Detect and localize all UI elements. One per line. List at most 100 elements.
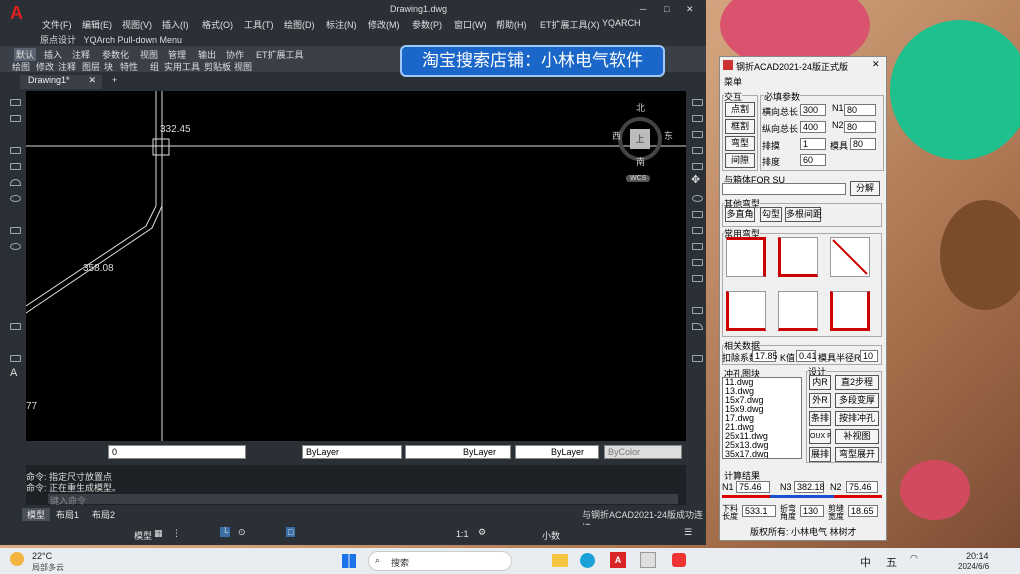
line-icon[interactable]	[10, 99, 21, 106]
arc-icon[interactable]	[10, 179, 21, 186]
circle-icon[interactable]	[10, 195, 21, 202]
pai-input[interactable]: 1	[800, 138, 826, 150]
clock-date[interactable]: 2024/6/6	[958, 562, 989, 571]
stretch-icon[interactable]	[692, 227, 703, 234]
polygon-icon[interactable]	[10, 147, 21, 154]
list-item[interactable]: 35x17.dwg	[723, 450, 801, 459]
mold-input[interactable]: 80	[850, 138, 876, 150]
multi-thickness-button[interactable]: 多段变厚	[835, 393, 879, 408]
chamfer-icon[interactable]	[692, 307, 703, 314]
close-tab-icon[interactable]: ✕	[88, 75, 96, 86]
break-icon[interactable]	[692, 275, 703, 282]
lineweight-dropdown[interactable]: ByLayer	[515, 445, 599, 459]
panel-view[interactable]: 视图	[234, 60, 252, 73]
menu-dimension[interactable]: 标注(N)	[326, 18, 357, 31]
extend-icon[interactable]	[692, 259, 703, 266]
compass-east[interactable]: 东	[664, 129, 673, 142]
bend-shape-1[interactable]	[726, 237, 766, 277]
annotation-scale[interactable]: 1:1	[456, 529, 469, 539]
dialog-menu[interactable]: 菜单	[724, 75, 742, 88]
array-icon[interactable]	[692, 163, 703, 170]
color-dropdown[interactable]: ByLayer	[302, 445, 402, 459]
wcs-menu[interactable]: WCS	[626, 175, 651, 182]
submenu-bar[interactable]: 原点设计 YQArch Pull-down Menu	[40, 33, 182, 46]
rotate-icon[interactable]	[692, 195, 703, 202]
weather-desc[interactable]: 局部多云	[32, 562, 64, 573]
menu-insert[interactable]: 插入(I)	[162, 18, 189, 31]
model-space-toggle[interactable]: 模型	[134, 529, 152, 542]
layout-button[interactable]: 展排	[809, 447, 831, 462]
add-view-button[interactable]: 补视图	[835, 429, 879, 444]
n2-input[interactable]: 80	[844, 121, 876, 133]
autocad-taskbar-icon[interactable]: A	[610, 552, 626, 568]
snap-icon[interactable]: ⋮	[172, 528, 181, 539]
panel-clipboard[interactable]: 剪贴板	[204, 60, 231, 73]
hook-button[interactable]: 勾型	[760, 207, 782, 222]
layer-dropdown[interactable]: 0	[108, 445, 246, 459]
compass-west[interactable]: 西	[612, 129, 621, 142]
outer-r-button[interactable]: 外R	[809, 393, 831, 408]
ellipse-icon[interactable]	[10, 243, 21, 250]
new-tab-icon[interactable]: +	[112, 75, 117, 85]
tab-layout2[interactable]: 布局2	[92, 508, 115, 521]
move-icon[interactable]: ✥	[691, 173, 700, 186]
menu-et[interactable]: ET扩展工具(X)	[540, 18, 600, 31]
osnap-icon[interactable]: □	[286, 527, 296, 537]
panel-props[interactable]: 特性	[120, 60, 138, 73]
multi-spacing-button[interactable]: 多根间距	[785, 207, 822, 222]
menu-modify[interactable]: 修改(M)	[368, 18, 400, 31]
tab-model[interactable]: 模型	[22, 508, 51, 521]
panel-utils[interactable]: 实用工具	[164, 60, 200, 73]
wifi-icon[interactable]: ◠	[910, 553, 918, 564]
radius-input[interactable]: 10	[860, 350, 878, 362]
minimize-icon[interactable]: ─	[640, 4, 646, 14]
panel-modify[interactable]: 修改	[36, 60, 54, 73]
straight-step-button[interactable]: 直2步程	[835, 375, 879, 390]
bend-shape-4[interactable]	[726, 291, 766, 331]
menu-help[interactable]: 帮助(H)	[496, 18, 527, 31]
panel-layer[interactable]: 图层	[82, 60, 100, 73]
tab-et[interactable]: ET扩展工具	[256, 48, 304, 61]
bend-shape-6[interactable]	[830, 291, 870, 331]
ortho-icon[interactable]: └	[220, 527, 231, 537]
weather-icon[interactable]	[10, 552, 24, 566]
units-dropdown[interactable]: 小数	[542, 529, 560, 542]
erase-icon[interactable]	[692, 99, 703, 106]
fullscreen-icon[interactable]: ☰	[684, 527, 692, 538]
text-icon[interactable]: A	[10, 367, 17, 379]
close-icon[interactable]: ✕	[686, 4, 694, 15]
strip-button[interactable]: 条排	[809, 411, 831, 426]
inner-r-button[interactable]: 内R	[809, 375, 831, 390]
menu-params[interactable]: 参数(P)	[412, 18, 442, 31]
menu-tools[interactable]: 工具(T)	[244, 18, 274, 31]
autocad-logo[interactable]: A	[10, 3, 28, 25]
menu-edit[interactable]: 编辑(E)	[82, 18, 112, 31]
start-icon[interactable]	[342, 554, 356, 568]
app-taskbar-icon[interactable]	[640, 552, 656, 568]
copy-icon[interactable]	[692, 115, 703, 122]
n1-input[interactable]: 80	[844, 104, 876, 116]
explode-button[interactable]: 分解	[850, 181, 880, 196]
taskbar-search[interactable]: ⌕ 搜索	[368, 551, 512, 571]
point-cut-button[interactable]: 点割	[725, 102, 755, 117]
panel-annotate[interactable]: 注释	[58, 60, 76, 73]
table-icon[interactable]	[10, 355, 21, 362]
drawing-canvas[interactable]: 332.45 358.08 77 上 北 南 西 东 WCS	[26, 91, 686, 441]
bend-shape-3[interactable]	[830, 237, 870, 277]
menu-format[interactable]: 格式(O)	[202, 18, 233, 31]
trim-icon[interactable]	[692, 243, 703, 250]
settings-gear-icon[interactable]: ⚙	[478, 527, 486, 538]
k-input[interactable]: 0.41	[796, 350, 817, 362]
bend-shape-2[interactable]	[778, 237, 818, 277]
explode-icon[interactable]	[692, 355, 703, 362]
ime-chinese[interactable]: 中	[860, 554, 871, 570]
tab-layout1[interactable]: 布局1	[56, 508, 79, 521]
gap-button[interactable]: 间隙	[725, 153, 755, 168]
hatch-icon[interactable]	[10, 323, 21, 330]
oux-f-button[interactable]: OUX F	[809, 429, 831, 444]
polar-icon[interactable]: ⊙	[238, 527, 246, 538]
linetype-dropdown[interactable]: ByLayer	[405, 445, 511, 459]
vlen-input[interactable]: 400	[800, 121, 826, 133]
panel-block[interactable]: 块	[104, 60, 113, 73]
offset-icon[interactable]	[692, 147, 703, 154]
